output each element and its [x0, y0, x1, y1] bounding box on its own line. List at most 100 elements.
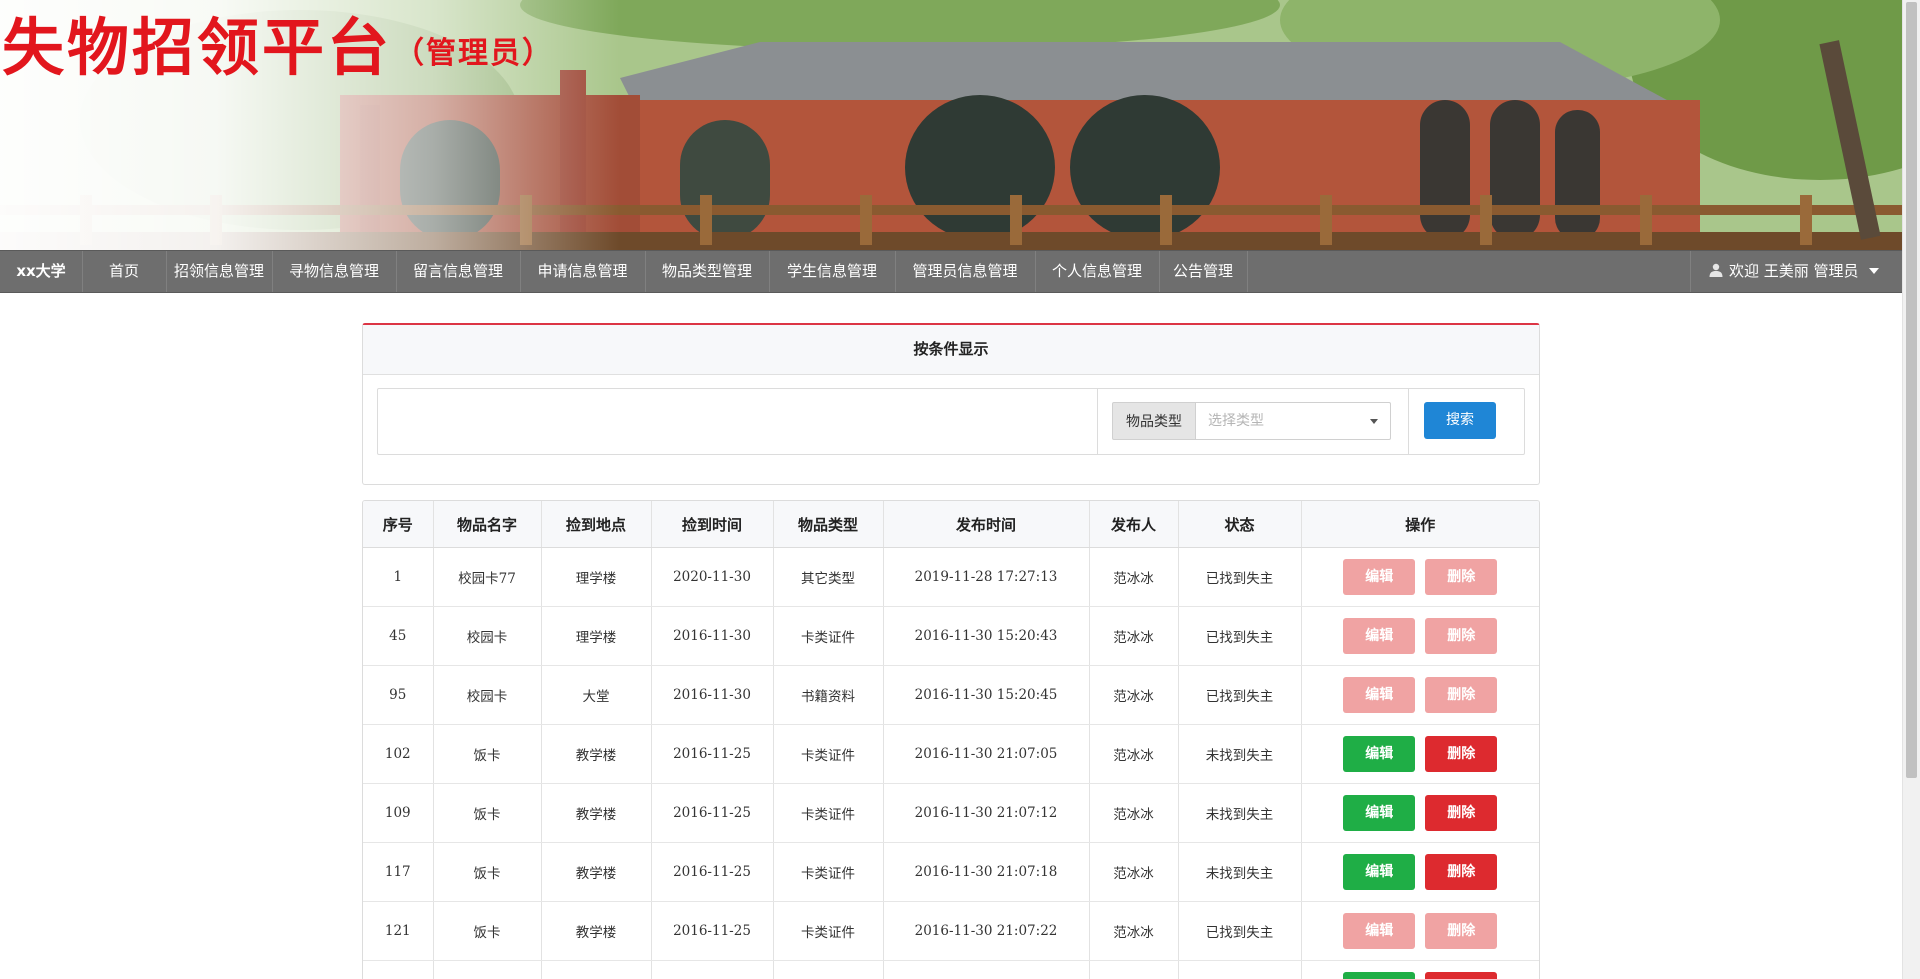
cell-published: 2016-11-30 21:07:18 — [883, 842, 1090, 902]
nav-item-message-management[interactable]: 留言信息管理 — [396, 251, 521, 292]
cell-date: 2016-11-30 — [651, 665, 774, 725]
cell-name: 饭卡 — [433, 842, 542, 902]
cell-id: 109 — [363, 783, 434, 843]
site-title: 失物招领平台（管理员） — [2, 6, 554, 96]
user-menu[interactable]: 欢迎 王美丽 管理员 — [1690, 251, 1902, 292]
cell-type: 卡类证件 — [773, 724, 884, 784]
delete-button[interactable]: 删除 — [1425, 736, 1498, 772]
edit-button[interactable]: 编辑 — [1343, 854, 1416, 890]
main-navbar: xx大学 首页 招领信息管理 寻物信息管理 留言信息管理 申请信息管理 物品类型… — [0, 250, 1902, 293]
edit-button[interactable]: 编辑 — [1343, 677, 1416, 713]
col-header-actions: 操作 — [1301, 501, 1539, 548]
nav-item-found-management[interactable]: 招领信息管理 — [166, 251, 273, 292]
cell-place: 教学楼 — [541, 783, 652, 843]
item-type-select[interactable]: 选择类型 — [1195, 402, 1391, 440]
edit-button[interactable]: 编辑 — [1343, 618, 1416, 654]
page-scrollbar[interactable] — [1902, 0, 1920, 979]
cell-published: 2016-11-30 21:07:12 — [883, 783, 1090, 843]
table-row: 109 饭卡 教学楼 2016-11-25 卡类证件 2016-11-30 21… — [363, 783, 1539, 843]
cell-actions: 编辑 删除 — [1301, 547, 1539, 607]
table-row-partial — [363, 960, 1539, 979]
cell-date: 2016-11-25 — [651, 842, 774, 902]
edit-button[interactable]: 编辑 — [1343, 795, 1416, 831]
edit-button-partial[interactable] — [1343, 972, 1416, 979]
cell-actions: 编辑 删除 — [1301, 901, 1539, 961]
nav-item-notice-management[interactable]: 公告管理 — [1159, 251, 1248, 292]
table-row: 95 校园卡 大堂 2016-11-30 书籍资料 2016-11-30 15:… — [363, 665, 1539, 725]
cell-place: 理学楼 — [541, 547, 652, 607]
delete-button[interactable]: 删除 — [1425, 677, 1498, 713]
edit-button[interactable]: 编辑 — [1343, 559, 1416, 595]
delete-button[interactable]: 删除 — [1425, 854, 1498, 890]
edit-button[interactable]: 编辑 — [1343, 913, 1416, 949]
cell-name: 饭卡 — [433, 724, 542, 784]
delete-button-partial[interactable] — [1425, 972, 1498, 979]
edit-button[interactable]: 编辑 — [1343, 736, 1416, 772]
results-table-container: 序号 物品名字 捡到地点 捡到时间 物品类型 发布时间 发布人 状态 操作 1 … — [362, 500, 1540, 979]
search-button[interactable]: 搜索 — [1424, 402, 1496, 439]
cell-status: 已找到失主 — [1178, 547, 1302, 607]
scrollbar-thumb[interactable] — [1906, 2, 1917, 778]
cell-date: 2016-11-25 — [651, 724, 774, 784]
cell-type: 卡类证件 — [773, 901, 884, 961]
header-banner: 失物招领平台（管理员） — [0, 0, 1902, 250]
nav-item-student-management[interactable]: 学生信息管理 — [769, 251, 896, 292]
filter-row: 物品类型 选择类型 搜索 — [377, 388, 1525, 455]
cell-type: 卡类证件 — [773, 783, 884, 843]
cell-place: 教学楼 — [541, 901, 652, 961]
cell-actions: 编辑 删除 — [1301, 606, 1539, 666]
cell-place: 大堂 — [541, 665, 652, 725]
col-header-status: 状态 — [1178, 501, 1302, 548]
nav-item-application-management[interactable]: 申请信息管理 — [520, 251, 646, 292]
cell-name: 饭卡 — [433, 783, 542, 843]
nav-item-item-type-management[interactable]: 物品类型管理 — [645, 251, 770, 292]
cell-publisher: 范冰冰 — [1089, 547, 1179, 607]
col-header-id: 序号 — [363, 501, 434, 548]
table-body: 1 校园卡77 理学楼 2020-11-30 其它类型 2019-11-28 1… — [363, 547, 1539, 979]
cell-id: 121 — [363, 901, 434, 961]
cell-publisher: 范冰冰 — [1089, 606, 1179, 666]
delete-button[interactable]: 删除 — [1425, 795, 1498, 831]
table-row: 117 饭卡 教学楼 2016-11-25 卡类证件 2016-11-30 21… — [363, 842, 1539, 902]
nav-item-profile-management[interactable]: 个人信息管理 — [1035, 251, 1160, 292]
cell-publisher: 范冰冰 — [1089, 901, 1179, 961]
user-icon — [1709, 263, 1723, 277]
item-type-placeholder: 选择类型 — [1208, 413, 1264, 429]
cell-date: 2020-11-30 — [651, 547, 774, 607]
cell-status: 已找到失主 — [1178, 901, 1302, 961]
delete-button[interactable]: 删除 — [1425, 618, 1498, 654]
table-row: 102 饭卡 教学楼 2016-11-25 卡类证件 2016-11-30 21… — [363, 724, 1539, 784]
cell-actions — [1301, 960, 1539, 979]
cell-id: 45 — [363, 606, 434, 666]
delete-button[interactable]: 删除 — [1425, 559, 1498, 595]
table-header-row: 序号 物品名字 捡到地点 捡到时间 物品类型 发布时间 发布人 状态 操作 — [363, 501, 1539, 548]
cell-publisher: 范冰冰 — [1089, 665, 1179, 725]
cell-place: 理学楼 — [541, 606, 652, 666]
cell-type: 其它类型 — [773, 547, 884, 607]
cell-name: 校园卡 — [433, 665, 542, 725]
nav-item-lost-management[interactable]: 寻物信息管理 — [272, 251, 397, 292]
cell-id: 1 — [363, 547, 434, 607]
cell-date: 2016-11-25 — [651, 901, 774, 961]
nav-item-admin-management[interactable]: 管理员信息管理 — [895, 251, 1036, 292]
nav-brand[interactable]: xx大学 — [0, 251, 83, 292]
cell-published: 2016-11-30 15:20:45 — [883, 665, 1090, 725]
table-row: 45 校园卡 理学楼 2016-11-30 卡类证件 2016-11-30 15… — [363, 606, 1539, 666]
col-header-date: 捡到时间 — [651, 501, 774, 548]
col-header-place: 捡到地点 — [541, 501, 652, 548]
chevron-down-icon — [1868, 268, 1879, 274]
delete-button[interactable]: 删除 — [1425, 913, 1498, 949]
cell-date: 2016-11-25 — [651, 783, 774, 843]
item-type-label: 物品类型 — [1112, 402, 1196, 440]
cell-actions: 编辑 删除 — [1301, 724, 1539, 784]
cell-published: 2016-11-30 21:07:05 — [883, 724, 1090, 784]
site-subtitle: （管理员） — [394, 36, 555, 71]
site-title-text: 失物招领平台 — [2, 11, 393, 84]
filter-panel: 按条件显示 物品类型 选择类型 搜索 — [362, 323, 1540, 485]
cell-place: 教学楼 — [541, 842, 652, 902]
cell-published: 2016-11-30 15:20:43 — [883, 606, 1090, 666]
col-header-publisher: 发布人 — [1089, 501, 1179, 548]
cell-id: 95 — [363, 665, 434, 725]
nav-item-home[interactable]: 首页 — [82, 251, 167, 292]
cell-place: 教学楼 — [541, 724, 652, 784]
